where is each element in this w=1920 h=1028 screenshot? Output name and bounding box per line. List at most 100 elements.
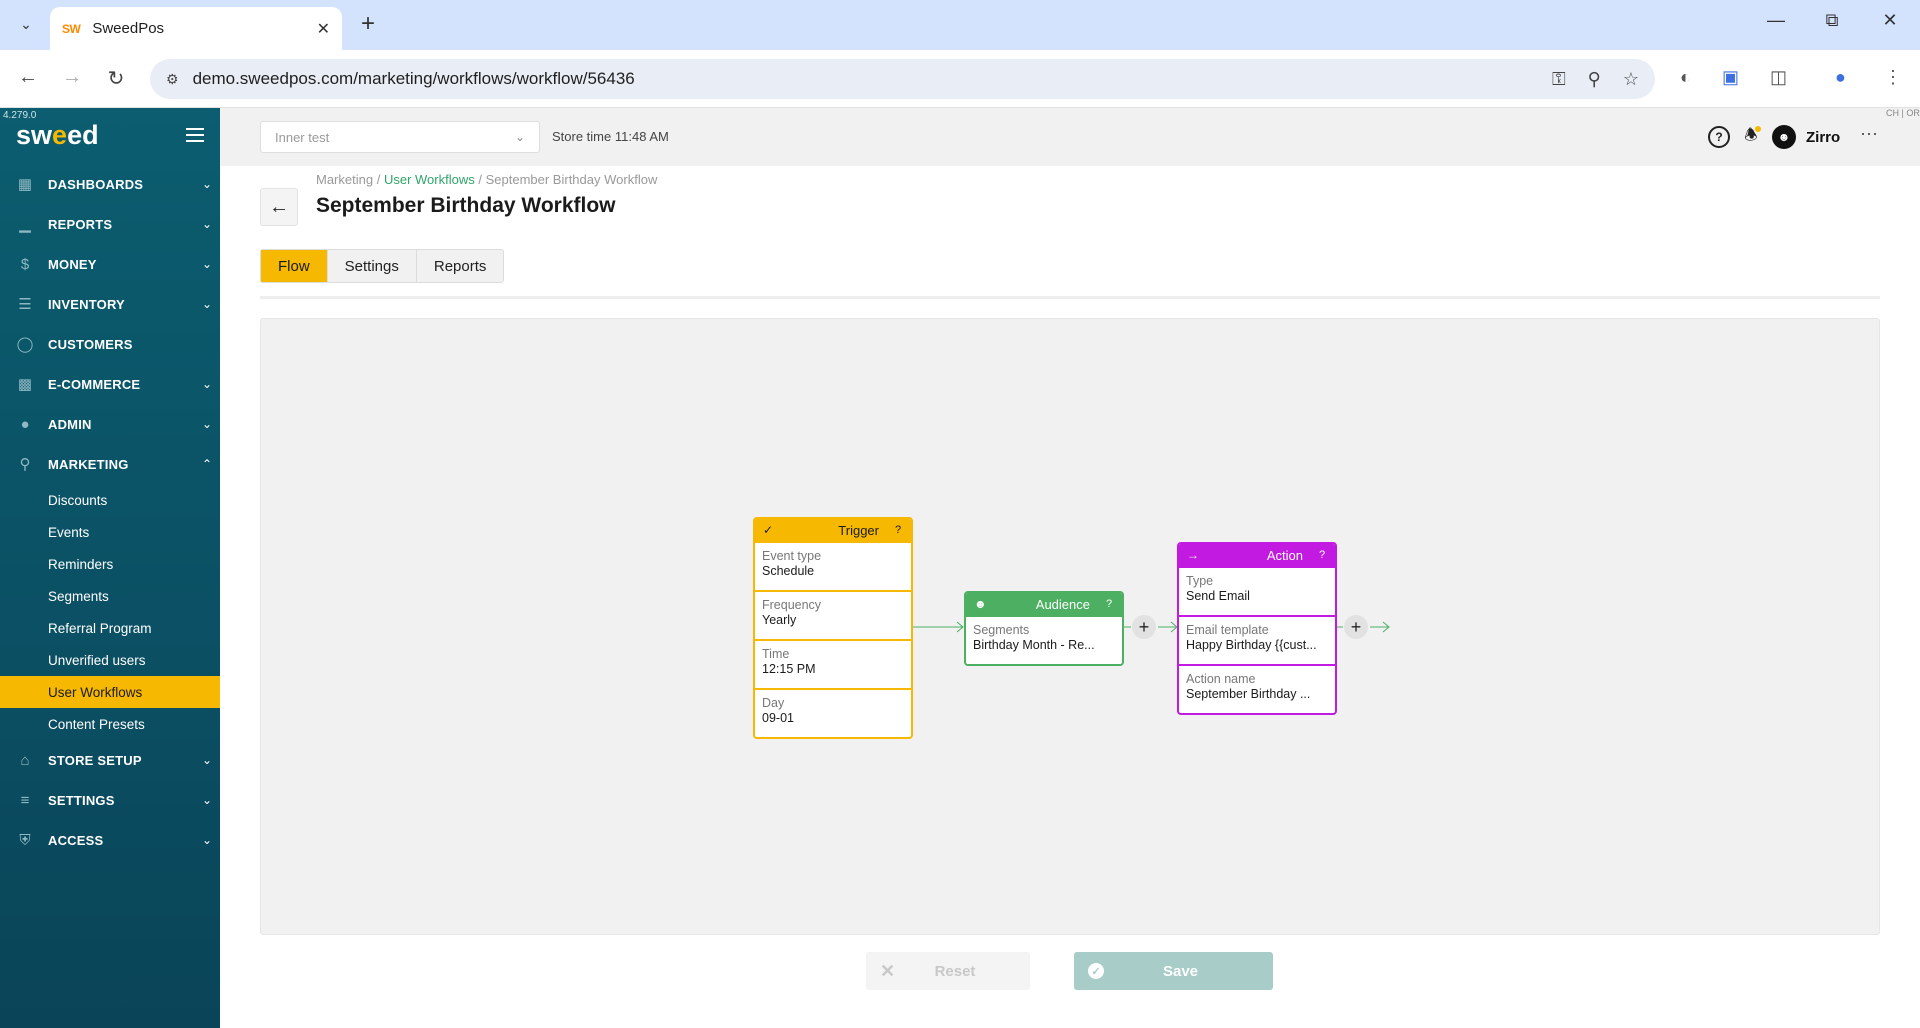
minimize-icon[interactable]: — (1756, 10, 1796, 31)
help-icon[interactable]: ? (1104, 598, 1114, 610)
new-tab-plus-icon[interactable]: + (354, 10, 382, 38)
save-label: Save (1162, 962, 1199, 980)
zoom-icon[interactable]: ⚲ (1588, 69, 1601, 90)
arrow-right-icon: → (1187, 548, 1199, 562)
action-field-type[interactable]: Type Send Email (1179, 566, 1335, 615)
nav-admin[interactable]: ● ADMIN ⌄ (0, 404, 220, 444)
translate-extension-icon[interactable]: ▣ (1722, 67, 1739, 88)
nav-reports[interactable]: ▁ REPORTS ⌄ (0, 204, 220, 244)
sidebar-item-discounts[interactable]: Discounts (0, 484, 220, 516)
chevron-down-icon: ⌄ (201, 753, 213, 767)
bar-chart-icon: ▁ (19, 216, 31, 233)
password-key-icon[interactable]: ⚿ (1552, 69, 1566, 90)
field-label: Event type (762, 549, 822, 563)
field-value: Schedule (762, 564, 815, 578)
nav-store-setup[interactable]: ⌂ STORE SETUP ⌄ (0, 740, 220, 780)
help-icon[interactable]: ? (1317, 549, 1327, 561)
nav-inventory[interactable]: ☰ INVENTORY ⌄ (0, 284, 220, 324)
forward-arrow-icon[interactable]: → (58, 66, 86, 89)
breadcrumb-user-workflows[interactable]: User Workflows (384, 172, 475, 187)
username[interactable]: Zirro (1806, 129, 1840, 146)
url-text[interactable]: demo.sweedpos.com/marketing/workflows/wo… (193, 69, 635, 89)
trigger-field-frequency[interactable]: Frequency Yearly (755, 590, 911, 639)
bookmark-star-icon[interactable]: ☆ (1623, 69, 1639, 90)
add-step-plus-icon[interactable]: + (1132, 615, 1156, 639)
trigger-field-event-type[interactable]: Event type Schedule (755, 541, 911, 590)
nav-money[interactable]: $ MONEY ⌄ (0, 244, 220, 284)
sweed-logo[interactable]: sweed (16, 120, 99, 151)
back-arrow-icon[interactable]: ← (14, 66, 42, 89)
trigger-field-day[interactable]: Day 09-01 (755, 688, 911, 737)
home-icon: ⌂ (20, 751, 30, 769)
sidebar-item-unverified-users[interactable]: Unverified users (0, 644, 220, 676)
url-omnibox[interactable]: ⚙ demo.sweedpos.com/marketing/workflows/… (150, 59, 1655, 99)
store-select[interactable]: Inner test ⌄ (260, 121, 540, 153)
nav-dashboards[interactable]: ▦ DASHBOARDS ⌄ (0, 164, 220, 204)
user-icon: ☻ (974, 597, 987, 611)
nav-label: DASHBOARDS (48, 176, 144, 192)
basket-icon: ▩ (17, 376, 33, 393)
action-node[interactable]: → Action ? Type Send Email Email templat… (1177, 542, 1337, 715)
action-field-action-name[interactable]: Action name September Birthday ... (1179, 664, 1335, 713)
sidebar-item-reminders[interactable]: Reminders (0, 548, 220, 580)
nav-customers[interactable]: ◯ CUSTOMERS (0, 324, 220, 364)
check-circle-icon: ✓ (1088, 963, 1104, 979)
help-icon[interactable]: ? (893, 524, 903, 536)
extensions-puzzle-icon[interactable]: ◫ (1770, 67, 1787, 88)
breadcrumb-current: September Birthday Workflow (485, 172, 658, 187)
reset-button[interactable]: ✕ Reset (866, 952, 1030, 990)
list-icon: ☰ (18, 296, 32, 313)
sidebar: 4.279.0 sweed ▦ DASHBOARDS ⌄ ▁ REPORTS ⌄… (0, 108, 220, 1028)
audience-header: ☻ Audience ? (966, 593, 1122, 615)
tab-reports[interactable]: Reports (415, 250, 504, 282)
field-value: 12:15 PM (762, 662, 816, 676)
avatar[interactable]: ☻ (1772, 125, 1796, 149)
tab-title: SweedPos (92, 20, 165, 37)
browser-menu-icon[interactable]: ⋮ (1884, 67, 1902, 88)
breadcrumb-marketing[interactable]: Marketing (316, 172, 373, 187)
audience-field-segments[interactable]: Segments Birthday Month - Re... (966, 615, 1122, 664)
site-settings-icon[interactable]: ⚙ (166, 71, 179, 88)
profile-icon[interactable]: ● (1835, 67, 1846, 88)
chevron-down-icon: ⌄ (201, 177, 213, 191)
nav-marketing[interactable]: ⚲ MARKETING ⌃ (0, 444, 220, 484)
close-tab-icon[interactable]: ✕ (317, 19, 330, 39)
add-step-plus-icon[interactable]: + (1344, 615, 1368, 639)
extension-timer-icon[interactable]: ◐ (1680, 67, 1691, 88)
chevron-down-icon: ⌄ (201, 377, 213, 391)
save-button[interactable]: ✓ Save (1074, 952, 1273, 990)
back-button[interactable]: ← (260, 188, 298, 226)
divider (260, 296, 1880, 299)
sidebar-item-events[interactable]: Events (0, 516, 220, 548)
chevron-up-icon: ⌃ (201, 457, 213, 471)
sidebar-item-user-workflows[interactable]: User Workflows (0, 676, 220, 708)
more-options-icon[interactable]: ⋯ (1860, 124, 1879, 145)
sidebar-item-content-presets[interactable]: Content Presets (0, 708, 220, 740)
sidebar-item-segments[interactable]: Segments (0, 580, 220, 612)
nav-e-commerce[interactable]: ▩ E-COMMERCE ⌄ (0, 364, 220, 404)
reload-icon[interactable]: ↻ (102, 66, 130, 91)
action-title: Action (1266, 547, 1303, 563)
help-icon[interactable]: ? (1708, 126, 1730, 148)
restore-icon[interactable]: ⧉ (1812, 10, 1852, 31)
workflow-canvas[interactable]: ✓ Trigger ? Event type Schedule Frequenc… (260, 318, 1880, 935)
trigger-node[interactable]: ✓ Trigger ? Event type Schedule Frequenc… (753, 517, 913, 739)
tab-flow[interactable]: Flow (261, 250, 327, 282)
field-label: Frequency (762, 598, 822, 612)
trigger-field-time[interactable]: Time 12:15 PM (755, 639, 911, 688)
window-close-icon[interactable]: ✕ (1870, 10, 1910, 31)
action-field-email-template[interactable]: Email template Happy Birthday {{cust... (1179, 615, 1335, 664)
browser-tab[interactable]: SW SweedPos ✕ (50, 7, 342, 50)
tab-list-chevron-icon[interactable]: ⌄ (12, 10, 40, 38)
admin-user-icon: ● (20, 415, 30, 433)
nav-label: STORE SETUP (48, 752, 142, 768)
notification-bell-icon[interactable]: 🕭 (1740, 126, 1762, 148)
action-header: → Action ? (1179, 544, 1335, 566)
hamburger-menu-icon[interactable] (186, 128, 204, 142)
tab-settings[interactable]: Settings (326, 250, 416, 282)
sidebar-item-referral-program[interactable]: Referral Program (0, 612, 220, 644)
nav-access[interactable]: ⛨ ACCESS ⌄ (0, 820, 220, 860)
nav-settings[interactable]: ≡ SETTINGS ⌄ (0, 780, 220, 820)
chevron-down-icon: ⌄ (201, 297, 213, 311)
audience-node[interactable]: ☻ Audience ? Segments Birthday Month - R… (964, 591, 1124, 666)
